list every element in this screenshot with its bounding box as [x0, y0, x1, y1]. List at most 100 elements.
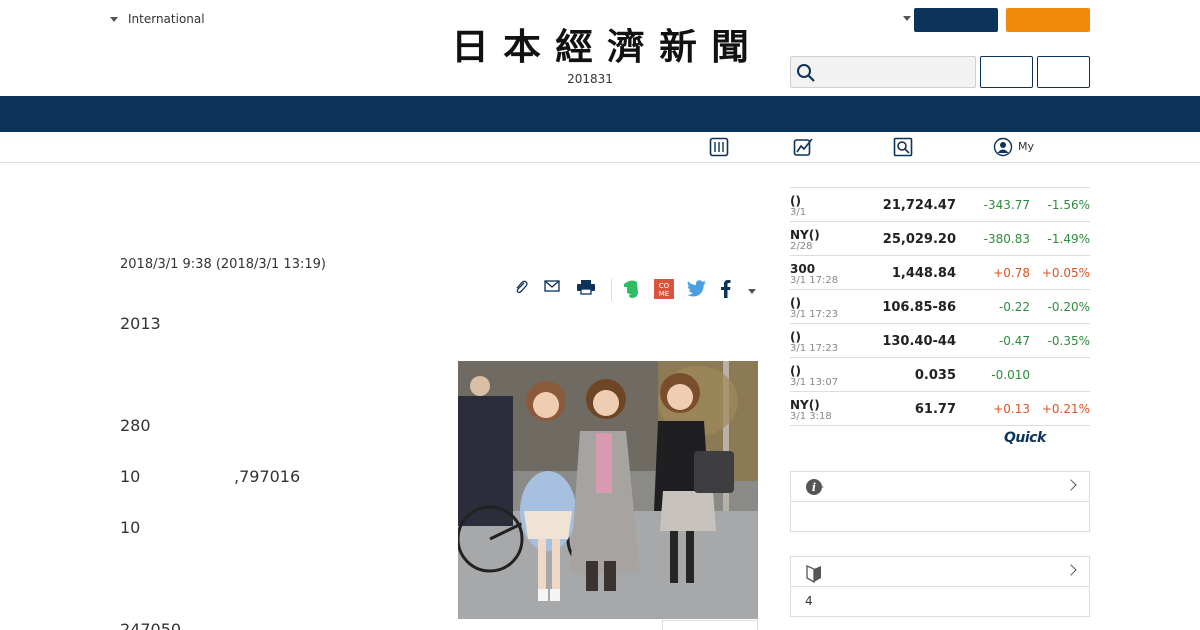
market-time: 3/1 13:07	[790, 377, 839, 388]
market-row[interactable]: () 3/1 17:23 106.85-86 -0.22 -0.20%	[790, 290, 1090, 324]
market-row[interactable]: NY() 3/1 3:18 61.77 +0.13 +0.21%	[790, 392, 1090, 426]
search-box-icon[interactable]	[893, 137, 913, 157]
market-percent: +0.05%	[1041, 266, 1090, 280]
market-value: 130.40-44	[882, 334, 956, 349]
chevron-right-icon	[1065, 564, 1077, 576]
article-inline-number: ,797016	[234, 467, 301, 486]
market-time: 3/1 3:18	[790, 411, 832, 422]
info-icon: i	[806, 479, 824, 495]
search-button[interactable]	[980, 56, 1033, 88]
market-percent: -1.49%	[1047, 232, 1090, 246]
caret-down-icon	[110, 16, 118, 22]
search-input[interactable]	[790, 56, 976, 88]
market-value: 106.85-86	[882, 300, 956, 315]
site-header: International 日本經濟新聞 201831	[0, 0, 1200, 96]
market-time: 3/1	[790, 207, 807, 218]
share-divider	[611, 279, 612, 301]
market-value: 25,029.20	[882, 232, 956, 247]
market-change: -0.22	[998, 300, 1030, 314]
mail-icon[interactable]	[543, 278, 561, 296]
market-change: -343.77	[983, 198, 1030, 212]
beginner-panel-header[interactable]	[791, 557, 1089, 587]
market-name: ()	[790, 296, 801, 310]
market-name: NY()	[790, 398, 820, 412]
chevron-right-icon	[1065, 479, 1077, 491]
market-name: ()	[790, 364, 801, 378]
market-name: NY()	[790, 228, 820, 242]
info-panel[interactable]: i	[790, 471, 1090, 532]
market-change: -380.83	[983, 232, 1030, 246]
market-row[interactable]: () 3/1 17:23 130.40-44 -0.47 -0.35%	[790, 324, 1090, 358]
market-percent: +0.21%	[1041, 402, 1090, 416]
logo-character: 經	[555, 26, 593, 68]
market-change: +0.78	[993, 266, 1030, 280]
caret-down-icon[interactable]	[903, 16, 911, 21]
article-paragraph: 280	[120, 416, 151, 435]
market-change: -0.47	[998, 334, 1030, 348]
market-row[interactable]: () 3/1 13:07 0.035 -0.010	[790, 358, 1090, 392]
market-time: 3/1 17:28	[790, 275, 839, 286]
newspaper-icon[interactable]	[709, 137, 729, 157]
article-photo[interactable]	[458, 361, 758, 619]
info-panel-header[interactable]: i	[791, 472, 1089, 502]
user-icon[interactable]	[993, 137, 1013, 157]
logo-character: 本	[503, 26, 541, 68]
evernote-icon[interactable]	[622, 278, 642, 300]
info-panel-body	[791, 502, 1089, 531]
article-paragraph: 10	[120, 518, 141, 537]
header-date: 201831	[567, 72, 613, 86]
beginner-panel[interactable]: 4	[790, 556, 1090, 617]
market-change: +0.13	[993, 402, 1030, 416]
market-time: 3/1 17:23	[790, 309, 839, 320]
article-paragraph: 2013	[120, 314, 161, 333]
market-name: ()	[790, 194, 801, 208]
print-icon[interactable]	[576, 278, 596, 296]
edition-selector[interactable]: International	[110, 12, 205, 26]
logo-character: 日	[451, 26, 489, 68]
menu-button[interactable]	[1037, 56, 1090, 88]
market-row[interactable]: () 3/1 21,724.47 -343.77 -1.56%	[790, 188, 1090, 222]
site-logo[interactable]: 日本經濟新聞	[451, 26, 749, 68]
svg-text:ME: ME	[659, 290, 669, 298]
share-more-icon[interactable]	[748, 289, 756, 294]
edition-label: International	[128, 12, 205, 26]
market-row[interactable]: NY() 2/28 25,029.20 -380.83 -1.49%	[790, 222, 1090, 256]
street-photo-image	[458, 361, 758, 619]
market-name: 300	[790, 262, 816, 276]
logo-character: 聞	[711, 26, 749, 68]
clip-icon[interactable]	[512, 278, 530, 296]
subscribe-button[interactable]	[1006, 8, 1090, 32]
svg-text:CO: CO	[659, 282, 670, 290]
search-icon	[797, 64, 815, 82]
beginner-mark-icon	[806, 565, 821, 583]
market-percent: -0.20%	[1047, 300, 1090, 314]
chart-icon[interactable]	[793, 137, 815, 157]
main-navigation[interactable]	[0, 96, 1200, 132]
login-button[interactable]	[914, 8, 998, 32]
market-percent: -1.56%	[1047, 198, 1090, 212]
market-change: -0.010	[991, 368, 1030, 382]
article-paragraph: 10	[120, 467, 141, 486]
market-row[interactable]: 300 3/1 17:28 1,448.84 +0.78 +0.05%	[790, 256, 1090, 290]
market-name: ()	[790, 330, 801, 344]
market-table: () 3/1 21,724.47 -343.77 -1.56% NY() 2/28 25,02…	[790, 187, 1090, 426]
svg-text:i: i	[812, 481, 816, 494]
twitter-icon[interactable]	[686, 278, 708, 298]
article-datetime: 2018/3/1 9:38 (2018/3/1 13:19)	[120, 257, 326, 272]
article-paragraph: 247050	[120, 620, 182, 630]
logo-character: 濟	[607, 26, 645, 68]
market-percent: -0.35%	[1047, 334, 1090, 348]
logo-character: 新	[659, 26, 697, 68]
market-value: 61.77	[914, 402, 956, 417]
quick-logo[interactable]: Quick	[1004, 430, 1046, 446]
beginner-panel-body: 4	[805, 594, 813, 608]
comment-icon[interactable]: CO ME	[653, 278, 675, 300]
market-time: 3/1 17:23	[790, 343, 839, 354]
facebook-icon[interactable]	[718, 278, 734, 300]
market-value: 0.035	[914, 368, 956, 383]
photo-zoom-tab[interactable]	[662, 620, 758, 630]
market-time: 2/28	[790, 241, 813, 252]
market-value: 21,724.47	[882, 198, 956, 213]
my-page-link[interactable]: My	[1018, 140, 1034, 153]
market-value: 1,448.84	[891, 266, 956, 281]
